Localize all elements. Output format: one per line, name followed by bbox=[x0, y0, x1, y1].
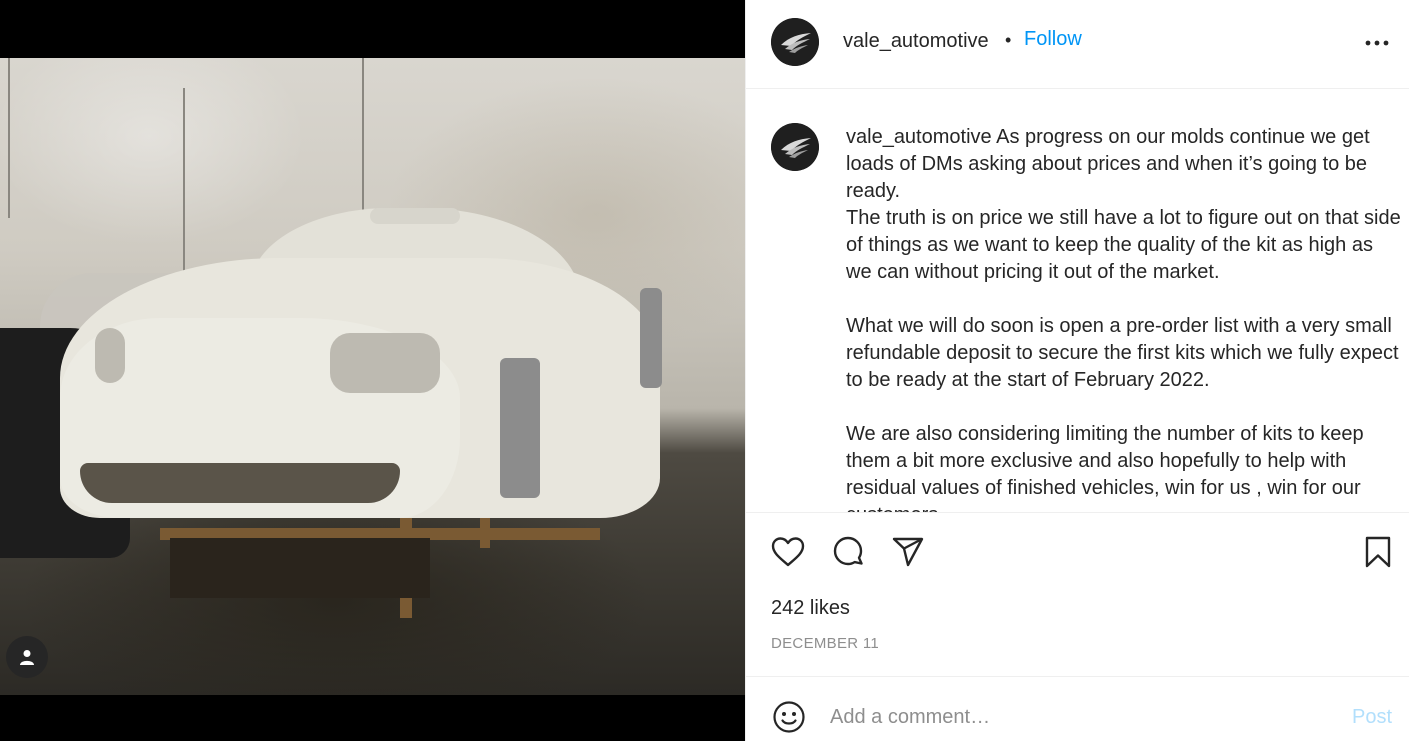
add-comment-bar: Post bbox=[746, 676, 1409, 741]
likes-count[interactable]: 242 likes bbox=[771, 597, 850, 620]
post-header: vale_automotive • Follow bbox=[746, 0, 1409, 89]
emoji-smile-icon[interactable] bbox=[771, 699, 807, 735]
post-actions: 242 likes DECEMBER 11 bbox=[746, 512, 1409, 676]
post-caption: vale_automotive As progress on our molds… bbox=[846, 124, 1402, 512]
avatar[interactable] bbox=[771, 18, 819, 66]
post-date[interactable]: DECEMBER 11 bbox=[771, 635, 879, 652]
heart-icon[interactable] bbox=[770, 534, 806, 570]
post-comment-button[interactable]: Post bbox=[1352, 706, 1392, 729]
caption-scroll-area[interactable]: vale_automotive As progress on our molds… bbox=[746, 90, 1409, 512]
user-tag-icon[interactable] bbox=[6, 636, 48, 678]
caption-username-link[interactable]: vale_automotive bbox=[846, 126, 992, 148]
separator-dot: • bbox=[1005, 30, 1012, 50]
username-link[interactable]: vale_automotive bbox=[843, 30, 989, 53]
post-photo bbox=[0, 58, 745, 695]
avatar[interactable] bbox=[771, 123, 819, 171]
comment-input[interactable] bbox=[830, 701, 1330, 733]
comment-bubble-icon[interactable] bbox=[830, 534, 866, 570]
more-options-icon[interactable] bbox=[1362, 28, 1392, 58]
post-media[interactable] bbox=[0, 0, 745, 741]
paper-plane-icon[interactable] bbox=[890, 534, 926, 570]
follow-button[interactable]: Follow bbox=[1024, 28, 1082, 51]
post-detail-panel: vale_automotive • Follow vale_automotive… bbox=[745, 0, 1409, 741]
bookmark-icon[interactable] bbox=[1360, 534, 1396, 570]
caption-text: As progress on our molds continue we get… bbox=[846, 126, 1401, 512]
